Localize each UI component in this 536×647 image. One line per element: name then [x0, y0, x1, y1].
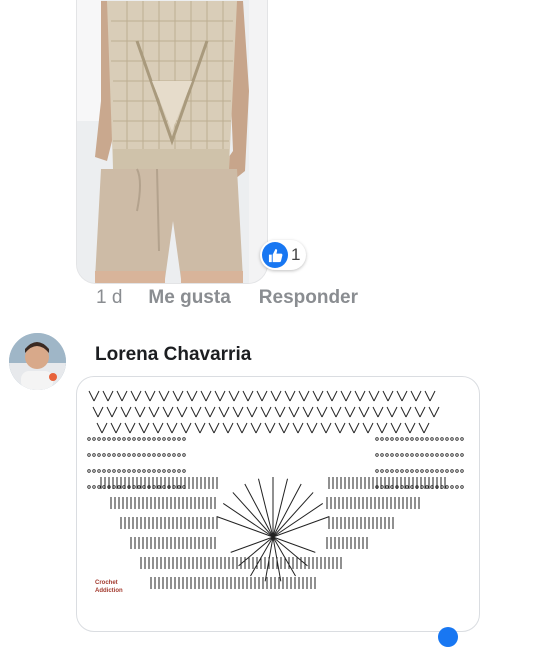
- reaction-count: 1: [291, 245, 301, 264]
- comment-author[interactable]: Lorena Chavarria: [95, 344, 251, 366]
- reply-button[interactable]: Responder: [259, 287, 358, 309]
- thumbs-up-icon: [262, 242, 288, 268]
- crochet-diagram-image[interactable]: Crochet Addiction: [76, 376, 480, 632]
- thumbs-up-icon: [438, 627, 458, 647]
- comment-timestamp[interactable]: 1 d: [96, 287, 122, 309]
- comment-actions: 1 d Me gusta Responder: [96, 287, 386, 309]
- diagram-watermark: Crochet Addiction: [95, 579, 123, 595]
- avatar[interactable]: [9, 333, 66, 390]
- comment-photo[interactable]: [76, 0, 268, 284]
- watermark-line-2: Addiction: [95, 588, 123, 594]
- reaction-summary[interactable]: 1: [260, 240, 307, 270]
- watermark-line-1: Crochet: [95, 580, 118, 586]
- like-button[interactable]: Me gusta: [148, 287, 230, 309]
